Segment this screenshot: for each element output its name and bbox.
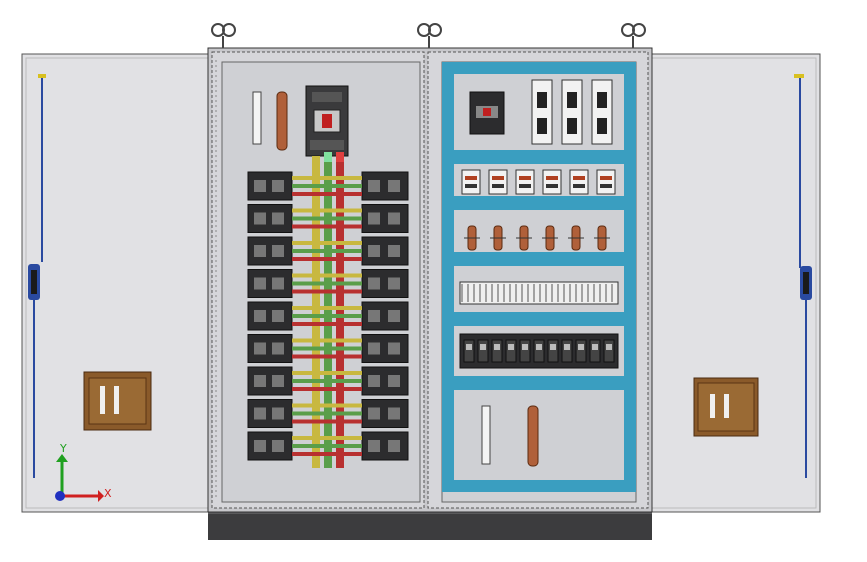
y-axis-label: Y: [59, 442, 67, 455]
terminal-strip-lower[interactable]: [481, 405, 491, 465]
earth-copper-bar[interactable]: [276, 91, 288, 151]
cabinet-cad-viewport[interactable]: X Y: [0, 0, 867, 562]
door-handle-icon[interactable]: [693, 377, 759, 437]
main-breaker[interactable]: [305, 85, 349, 157]
terminal-strip[interactable]: [252, 91, 262, 145]
fuse-holders: [531, 79, 613, 145]
right-frame-rail-left: [442, 62, 454, 482]
control-breaker[interactable]: [469, 91, 505, 135]
left-door[interactable]: [21, 53, 215, 513]
right-frame-rail-right: [624, 62, 636, 482]
door-handle-icon[interactable]: [83, 371, 152, 431]
right-door[interactable]: [637, 53, 821, 513]
copper-bar-lower[interactable]: [527, 405, 539, 467]
x-axis-label: X: [104, 487, 112, 500]
